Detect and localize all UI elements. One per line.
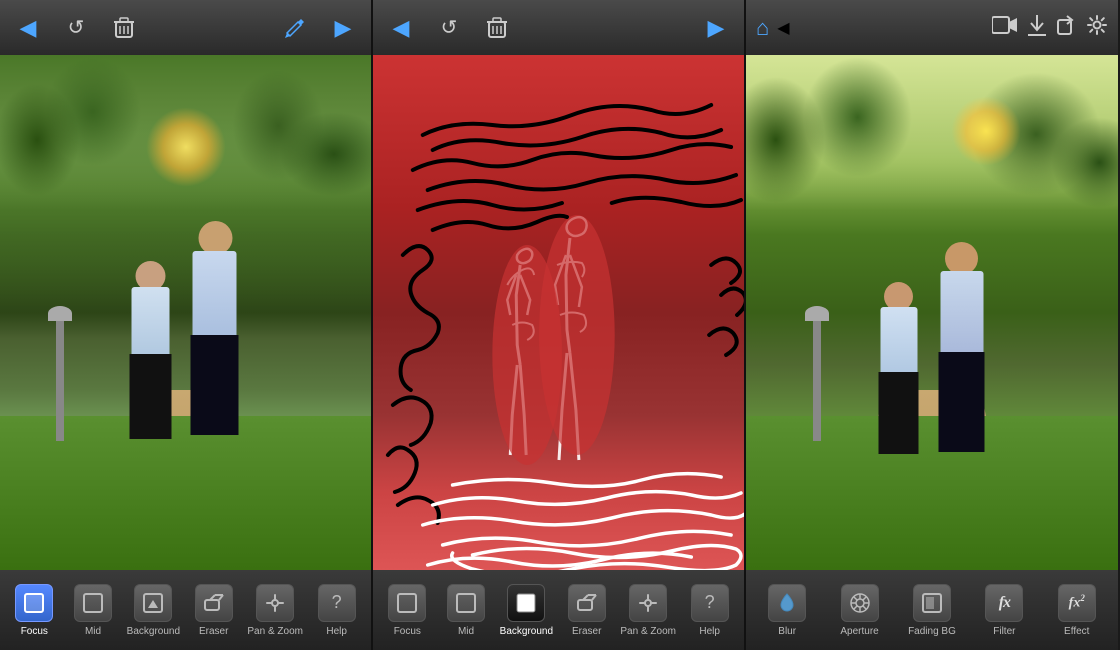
help-label-left: Help [326,626,347,637]
mid-icon [74,584,112,622]
left-toolbar-top: ◀ ↺ ▶ [0,0,371,55]
help-icon-left: ? [318,584,356,622]
pan-zoom-label-center: Pan & Zoom [620,626,676,637]
mid-icon-center [447,584,485,622]
left-tool-help[interactable]: ? Help [312,584,362,637]
blur-icon [768,584,806,622]
mid-label-center: Mid [458,626,474,637]
eraser-label-center: Eraser [572,626,601,637]
left-delete-button[interactable] [106,10,142,46]
blur-label: Blur [778,626,796,637]
figure-tall [188,221,243,441]
left-tool-mid[interactable]: Mid [68,584,118,637]
aperture-label: Aperture [840,626,878,637]
center-toolbar-bottom: Focus Mid Background [373,570,744,650]
center-undo-button[interactable]: ↺ [431,10,467,46]
left-pen-button[interactable] [277,10,313,46]
background-label-center: Background [500,626,553,637]
right-tool-fading-bg[interactable]: Fading BG [907,584,957,637]
center-forward-button[interactable]: ▶ [698,10,734,46]
help-label-center: Help [699,626,720,637]
left-toolbar-bottom: Focus Mid Background [0,570,371,650]
center-toolbar-top: ◀ ↺ ▶ [373,0,744,55]
figure-short [128,261,173,441]
help-icon-center: ? [691,584,729,622]
download-button[interactable] [1026,13,1048,42]
pan-zoom-label-left: Pan & Zoom [247,626,303,637]
eraser-label-left: Eraser [199,626,228,637]
center-tool-eraser[interactable]: Eraser [562,584,612,637]
filter-label: Filter [993,626,1015,637]
center-tool-pan-zoom[interactable]: Pan & Zoom [620,584,676,637]
right-panel: ⌂ ◀ [746,0,1118,650]
focus-icon [15,584,53,622]
center-image-area [373,55,744,570]
right-tool-filter[interactable]: fx Filter [979,584,1029,637]
mid-label: Mid [85,626,101,637]
video-button[interactable] [992,15,1018,40]
left-back-button[interactable]: ◀ [10,10,46,46]
effect-label: Effect [1064,626,1089,637]
left-image-area [0,55,371,570]
center-tool-background[interactable]: Background [500,584,553,637]
eraser-icon-center [568,584,606,622]
center-tool-focus[interactable]: Focus [382,584,432,637]
eraser-icon-left [195,584,233,622]
fading-bg-label: Fading BG [908,626,956,637]
left-tool-focus[interactable]: Focus [9,584,59,637]
right-tool-aperture[interactable]: Aperture [835,584,885,637]
right-tool-blur[interactable]: Blur [762,584,812,637]
left-tool-background[interactable]: Background [127,584,180,637]
right-toolbar-bottom: Blur Aperture [746,570,1118,650]
right-back-button[interactable]: ◀ [777,18,789,38]
center-delete-button[interactable] [479,10,515,46]
aperture-icon [841,584,879,622]
fading-bg-icon [913,584,951,622]
pan-zoom-icon-left [256,584,294,622]
focus-icon-center [388,584,426,622]
background-icon-center [507,584,545,622]
focus-label-center: Focus [394,626,421,637]
focus-label: Focus [21,626,48,637]
left-tool-pan-zoom[interactable]: Pan & Zoom [247,584,303,637]
pan-zoom-icon-center [629,584,667,622]
left-undo-button[interactable]: ↺ [58,10,94,46]
left-panel: ◀ ↺ ▶ [0,0,373,650]
background-label-left: Background [127,626,180,637]
right-image-area [746,55,1118,570]
background-icon-left [134,584,172,622]
filter-icon: fx [985,584,1023,622]
right-toolbar-top: ⌂ ◀ [746,0,1118,55]
left-forward-button[interactable]: ▶ [325,10,361,46]
home-button[interactable]: ⌂ [756,15,769,41]
effect-icon: fx2 [1058,584,1096,622]
center-tool-help[interactable]: ? Help [685,584,735,637]
share-button[interactable] [1056,14,1078,41]
left-tool-eraser[interactable]: Eraser [189,584,239,637]
right-tool-effect[interactable]: fx2 Effect [1052,584,1102,637]
settings-button[interactable] [1086,14,1108,41]
center-panel: ◀ ↺ ▶ [373,0,746,650]
center-tool-mid[interactable]: Mid [441,584,491,637]
center-back-button[interactable]: ◀ [383,10,419,46]
